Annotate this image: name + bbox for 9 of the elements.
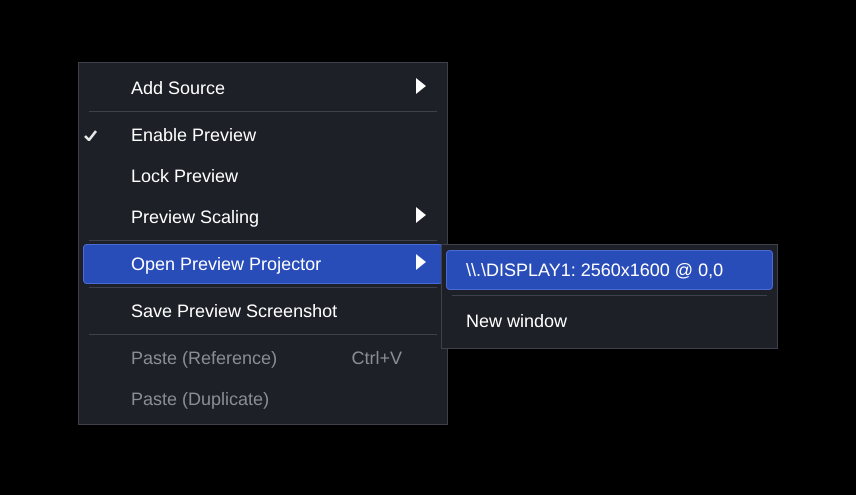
menu-item[interactable]: Enable Preview <box>83 115 443 155</box>
menu-item[interactable]: Open Preview Projector <box>83 244 443 284</box>
menu-item[interactable]: Save Preview Screenshot <box>83 291 443 331</box>
menu-item[interactable]: Lock Preview <box>83 156 443 196</box>
shortcut-label: Ctrl+V <box>351 348 403 368</box>
menu-item[interactable]: Preview Scaling <box>83 197 443 237</box>
menu-item[interactable]: New window <box>446 301 773 341</box>
menu-item[interactable]: \\.\DISPLAY1: 2560x1600 @ 0,0 <box>446 250 773 290</box>
menu-item[interactable]: Add Source <box>83 68 443 108</box>
